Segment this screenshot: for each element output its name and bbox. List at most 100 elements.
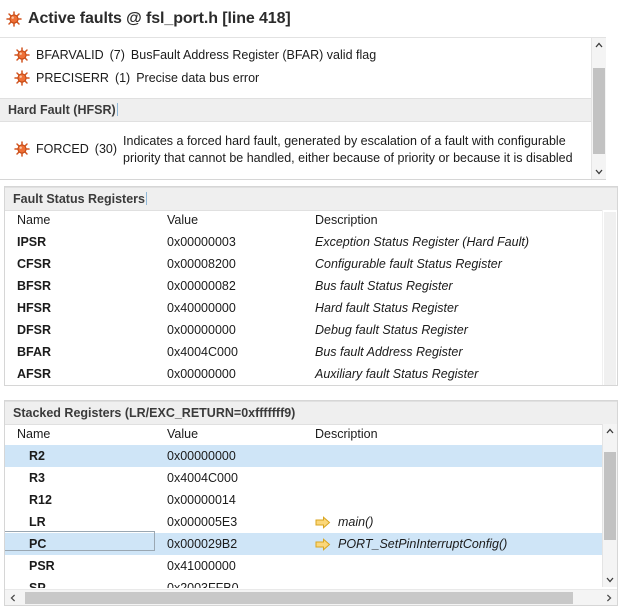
scrollbar-thumb[interactable] bbox=[25, 592, 573, 604]
register-name: HFSR bbox=[5, 297, 167, 319]
register-description: Configurable fault Status Register bbox=[315, 253, 602, 275]
active-faults-vertical-scrollbar[interactable] bbox=[591, 38, 606, 179]
focus-outline bbox=[5, 531, 155, 551]
register-name: PC bbox=[5, 533, 167, 555]
table-row[interactable]: PC 0x000029B2 PORT_SetPinInterruptConf bbox=[5, 533, 602, 555]
stacked-registers-header: Stacked Registers (LR/EXC_RETURN=0xfffff… bbox=[5, 401, 617, 425]
table-row[interactable]: CFSR 0x00008200 Configurable fault Statu… bbox=[5, 253, 602, 275]
register-name: BFAR bbox=[5, 341, 167, 363]
register-description bbox=[315, 489, 602, 511]
active-faults-content: BFARVALID (7) BusFault Address Register … bbox=[0, 38, 591, 179]
hard-fault-header-label: Hard Fault (HFSR) bbox=[8, 103, 116, 117]
table-row[interactable]: AFSR 0x00000000 Auxiliary fault Status R… bbox=[5, 363, 602, 385]
text-caret bbox=[117, 103, 118, 116]
fault-burst-icon bbox=[14, 47, 30, 63]
register-description: Exception Status Register (Hard Fault) bbox=[315, 231, 602, 253]
fault-status-registers-table: Name Value Description IPSR 0x00000003 E… bbox=[5, 210, 602, 385]
table-row[interactable]: R3 0x4004C000 bbox=[5, 467, 602, 489]
register-name: LR bbox=[5, 511, 167, 533]
scroll-up-icon[interactable] bbox=[603, 424, 617, 438]
table-row[interactable]: BFSR 0x00000082 Bus fault Status Registe… bbox=[5, 275, 602, 297]
register-value: 0x000005E3 bbox=[167, 511, 315, 533]
stacked-registers-table-area: Name Value Description R2 0x00000000 R3 … bbox=[5, 424, 602, 588]
column-header-value[interactable]: Value bbox=[167, 424, 315, 445]
register-value: 0x4004C000 bbox=[167, 341, 315, 363]
register-description-text: main() bbox=[338, 515, 373, 529]
register-description: Hard fault Status Register bbox=[315, 297, 602, 319]
table-row[interactable]: SP 0x2003FFB0 bbox=[5, 577, 602, 588]
table-header-row: Name Value Description bbox=[5, 210, 602, 231]
table-row[interactable]: HFSR 0x40000000 Hard fault Status Regist… bbox=[5, 297, 602, 319]
register-description: main() bbox=[315, 511, 602, 533]
column-header-name[interactable]: Name bbox=[5, 424, 167, 445]
fault-view-window: Active faults @ fsl_port.h [line 418] bbox=[0, 0, 627, 612]
fault-bit: (1) bbox=[115, 70, 130, 87]
page-title: Active faults @ fsl_port.h [line 418] bbox=[28, 10, 291, 28]
goto-arrow-icon[interactable] bbox=[315, 516, 331, 529]
column-header-description[interactable]: Description bbox=[315, 210, 602, 231]
register-description: Auxiliary fault Status Register bbox=[315, 363, 602, 385]
scroll-left-icon[interactable] bbox=[5, 590, 21, 605]
register-value: 0x000029B2 bbox=[167, 533, 315, 555]
hard-fault-section-header: Hard Fault (HFSR) bbox=[0, 98, 591, 122]
register-name: R12 bbox=[5, 489, 167, 511]
register-value: 0x00000082 bbox=[167, 275, 315, 297]
goto-arrow-icon[interactable] bbox=[315, 538, 331, 551]
scroll-down-icon[interactable] bbox=[603, 573, 617, 587]
scrollbar-thumb[interactable] bbox=[593, 68, 605, 154]
fault-item[interactable]: PRECISERR (1) Precise data bus error bbox=[0, 67, 591, 90]
register-value: 0x4004C000 bbox=[167, 467, 315, 489]
scrollbar-thumb[interactable] bbox=[604, 452, 616, 540]
table-row[interactable]: DFSR 0x00000000 Debug fault Status Regis… bbox=[5, 319, 602, 341]
stacked-registers-header-label: Stacked Registers (LR/EXC_RETURN=0xfffff… bbox=[13, 406, 295, 420]
fault-status-registers-table-area: Name Value Description IPSR 0x00000003 E… bbox=[5, 210, 602, 385]
register-name: R2 bbox=[5, 445, 167, 467]
register-description: Bus fault Status Register bbox=[315, 275, 602, 297]
fault-description: Indicates a forced hard fault, generated… bbox=[123, 133, 583, 167]
table-row[interactable]: R12 0x00000014 bbox=[5, 489, 602, 511]
scroll-right-icon[interactable] bbox=[601, 590, 617, 605]
fault-bit: (30) bbox=[95, 141, 117, 158]
register-value: 0x00008200 bbox=[167, 253, 315, 275]
stacked-registers-panel: Stacked Registers (LR/EXC_RETURN=0xfffff… bbox=[4, 400, 618, 606]
stacked-registers-horizontal-scrollbar[interactable] bbox=[5, 589, 617, 605]
column-header-value[interactable]: Value bbox=[167, 210, 315, 231]
register-description bbox=[315, 445, 602, 467]
stacked-registers-table: Name Value Description R2 0x00000000 R3 … bbox=[5, 424, 602, 588]
register-name: R3 bbox=[5, 467, 167, 489]
fault-status-registers-vertical-scrollbar[interactable] bbox=[602, 210, 617, 386]
register-name: SP bbox=[5, 577, 167, 588]
table-row[interactable]: LR 0x000005E3 main() bbox=[5, 511, 602, 533]
fault-item[interactable]: FORCED (30) Indicates a forced hard faul… bbox=[0, 130, 591, 170]
column-header-name[interactable]: Name bbox=[5, 210, 167, 231]
table-row[interactable]: BFAR 0x4004C000 Bus fault Address Regist… bbox=[5, 341, 602, 363]
stacked-registers-vertical-scrollbar[interactable] bbox=[602, 424, 617, 587]
register-name: BFSR bbox=[5, 275, 167, 297]
scroll-down-icon[interactable] bbox=[592, 165, 606, 179]
scrollbar-thumb[interactable] bbox=[604, 212, 616, 385]
register-name: CFSR bbox=[5, 253, 167, 275]
register-value: 0x00000000 bbox=[167, 363, 315, 385]
window-title-bar: Active faults @ fsl_port.h [line 418] bbox=[0, 0, 606, 38]
table-row[interactable]: IPSR 0x00000003 Exception Status Registe… bbox=[5, 231, 602, 253]
fault-name: FORCED bbox=[36, 141, 89, 158]
table-row[interactable]: R2 0x00000000 bbox=[5, 445, 602, 467]
fault-description: Precise data bus error bbox=[136, 70, 259, 87]
register-value: 0x41000000 bbox=[167, 555, 315, 577]
register-value: 0x00000000 bbox=[167, 319, 315, 341]
table-row[interactable]: PSR 0x41000000 bbox=[5, 555, 602, 577]
register-value: 0x2003FFB0 bbox=[167, 577, 315, 588]
fault-bit: (7) bbox=[110, 47, 125, 64]
fault-name: PRECISERR bbox=[36, 70, 109, 87]
text-caret bbox=[146, 192, 147, 205]
scroll-up-icon[interactable] bbox=[592, 38, 606, 52]
fault-item[interactable]: BFARVALID (7) BusFault Address Register … bbox=[0, 44, 591, 67]
column-header-description[interactable]: Description bbox=[315, 424, 602, 445]
register-name: PSR bbox=[5, 555, 167, 577]
register-name: AFSR bbox=[5, 363, 167, 385]
register-name: IPSR bbox=[5, 231, 167, 253]
table-header-row: Name Value Description bbox=[5, 424, 602, 445]
register-description bbox=[315, 555, 602, 577]
register-description-text: PORT_SetPinInterruptConfig() bbox=[338, 537, 507, 551]
register-description: PORT_SetPinInterruptConfig() bbox=[315, 533, 602, 555]
